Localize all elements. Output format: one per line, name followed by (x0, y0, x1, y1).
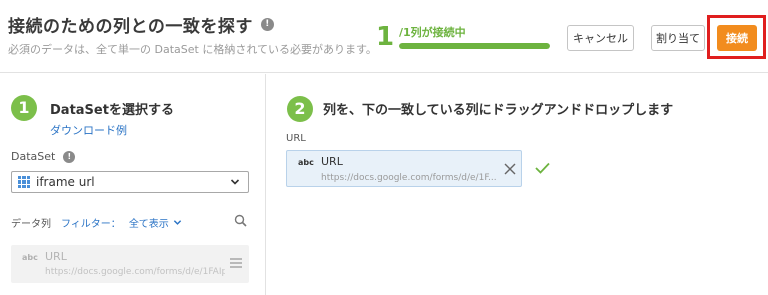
connect-button[interactable]: 接続 (717, 25, 757, 51)
matched-column-card[interactable]: abc URL https://docs.google.com/forms/d/… (286, 150, 522, 187)
progress-label: /1列が接続中 (399, 26, 466, 39)
title-row: 接続のための列との一致を探す ! (8, 12, 274, 37)
column-list-item[interactable]: abc URL https://docs.google.com/forms/d/… (11, 245, 249, 283)
chevron-down-icon (230, 179, 240, 185)
column-type: abc (298, 158, 314, 167)
left-panel: 1 DataSetを選択する ダウンロード例 DataSet ! iframe … (0, 74, 266, 295)
chevron-down-icon[interactable] (173, 218, 182, 227)
filter-row: データ列 フィルター： 全て表示 (11, 214, 249, 230)
page-subtitle: 必須のデータは、全て単一の DataSet に格納されている必要があります。 (8, 43, 377, 56)
column-type: abc (22, 253, 38, 262)
drag-handle-icon[interactable] (230, 258, 242, 268)
grid-icon (18, 176, 30, 188)
column-name: URL (321, 155, 343, 168)
dataset-label: DataSet (11, 150, 56, 163)
dataset-select-value: iframe url (36, 175, 95, 189)
download-example-link[interactable]: ダウンロード例 (50, 122, 127, 138)
filter-dropdown[interactable]: 全て表示 (129, 215, 169, 230)
info-icon[interactable]: ! (260, 18, 274, 31)
progress-bar (399, 43, 550, 49)
dataset-select[interactable]: iframe url (11, 171, 249, 193)
data-column-label: データ列 (11, 219, 51, 230)
header: 接続のための列との一致を探す ! 必須のデータは、全て単一の DataSet に… (0, 0, 768, 73)
step-1-title: DataSetを選択する (50, 103, 174, 118)
step-2-badge: 2 (287, 96, 313, 122)
check-icon (535, 162, 550, 174)
info-icon[interactable]: ! (63, 150, 76, 163)
assign-button[interactable]: 割り当て (651, 25, 705, 51)
target-field-label: URL (286, 133, 306, 144)
column-name: URL (45, 250, 67, 263)
progress-fill (399, 43, 550, 49)
column-sample-url: https://docs.google.com/forms/d/e/1F... (321, 173, 497, 183)
filter-label[interactable]: フィルター： (61, 215, 121, 230)
progress-count: 1 (376, 22, 395, 52)
step-1-badge: 1 (11, 95, 37, 121)
step-2-title: 列を、下の一致している列にドラッグアンドドロップします (323, 103, 674, 118)
column-sample-url: https://docs.google.com/forms/d/e/1FAIp.… (45, 267, 225, 277)
cancel-button[interactable]: キャンセル (567, 25, 634, 51)
close-icon[interactable] (504, 163, 516, 175)
dataset-label-row: DataSet ! (11, 150, 76, 163)
page-title: 接続のための列との一致を探す (8, 17, 253, 37)
search-icon[interactable] (234, 214, 247, 227)
